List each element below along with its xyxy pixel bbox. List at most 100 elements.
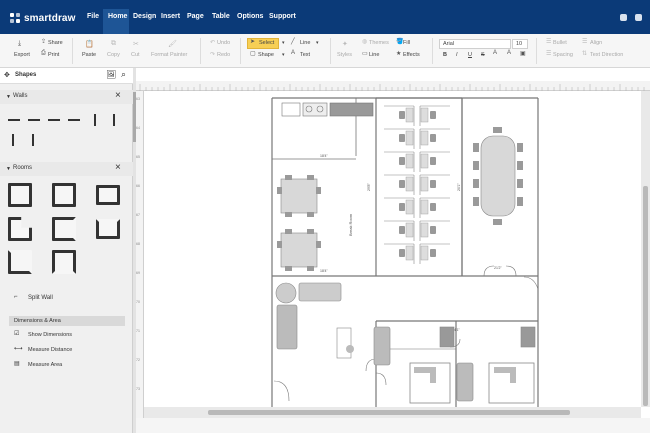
room-shape-u-open-bottom[interactable] (52, 250, 76, 274)
wall-shape-vertical-4[interactable] (32, 134, 34, 146)
select-dropdown-icon[interactable]: ▾ (282, 40, 285, 46)
lounge-furniture[interactable] (275, 282, 354, 359)
bullet-button[interactable]: Bullet (553, 40, 567, 46)
menu-support[interactable]: Support (269, 13, 296, 20)
text-size-icon[interactable]: A (507, 50, 511, 56)
room-shape-rect[interactable] (96, 185, 120, 205)
bold-button[interactable]: B (443, 52, 447, 58)
line-dropdown-icon[interactable]: ▾ (316, 40, 319, 46)
wall-shape-horizontal-4[interactable] (68, 119, 80, 121)
show-dimensions-item[interactable]: Show Dimensions (28, 332, 72, 338)
text-direction-button[interactable]: Text Direction (590, 52, 623, 58)
text-button[interactable]: Text (300, 52, 310, 58)
room-shape-l[interactable] (8, 217, 32, 241)
line-button[interactable]: Line (300, 40, 310, 46)
smartdraw-logo[interactable]: smartdraw (10, 11, 75, 25)
spacing-button[interactable]: Spacing (553, 52, 573, 58)
effects-button[interactable]: Effects (403, 52, 420, 58)
shape-button[interactable]: Shape (258, 52, 274, 58)
styles-button[interactable]: Styles (337, 52, 352, 58)
horizontal-scrollbar[interactable] (144, 407, 641, 418)
rooms-close-icon[interactable]: × (115, 162, 121, 173)
print-button[interactable]: Print (48, 52, 59, 58)
menu-page[interactable]: Page (187, 13, 204, 20)
cubicle-desk[interactable] (420, 199, 429, 215)
walls-collapse-icon[interactable]: ▼ (6, 94, 11, 100)
search-icon[interactable]: ⌕ (121, 69, 126, 80)
underline-button[interactable]: U (468, 52, 472, 58)
menu-insert[interactable]: Insert (161, 13, 180, 20)
split-wall-item[interactable]: Split Wall (28, 295, 53, 301)
lower-offices-furniture[interactable] (373, 326, 536, 404)
cubicle-desk[interactable] (405, 153, 414, 169)
feedback-icon[interactable] (620, 14, 627, 21)
cubicle-desk[interactable] (405, 245, 414, 261)
wall-shape-vertical[interactable] (94, 114, 96, 126)
text-color-icon[interactable]: A (493, 50, 497, 56)
menu-table[interactable]: Table (212, 13, 230, 20)
wall-shape-horizontal[interactable] (8, 119, 20, 121)
copy-button[interactable]: Copy (107, 52, 120, 58)
vertical-scroll-thumb[interactable] (643, 186, 648, 406)
cubicle-desk[interactable] (405, 176, 414, 192)
top-ruler (136, 81, 650, 91)
walls-close-icon[interactable]: × (115, 90, 121, 101)
break-room-tables[interactable] (280, 178, 318, 268)
format-painter-button[interactable]: Format Painter (151, 52, 187, 58)
undo-button[interactable]: Undo (217, 40, 230, 46)
conference-table[interactable] (473, 127, 523, 225)
cubicle-desk[interactable] (420, 245, 429, 261)
cubicle-desk[interactable] (405, 107, 414, 123)
strike-button[interactable]: S (481, 52, 485, 58)
drawing-canvas[interactable]: 18'4" 18'4" 29'8" 20'1" Break Room 21'2"… (144, 91, 641, 407)
copy-icon: ⧉ (111, 40, 116, 47)
cut-button[interactable]: Cut (131, 52, 140, 58)
room-shape-square-2[interactable] (52, 183, 76, 207)
export-button[interactable]: Export (14, 52, 30, 58)
align-button[interactable]: Align (590, 40, 602, 46)
cubicle-desk[interactable] (420, 130, 429, 146)
wall-shape-horizontal-2[interactable] (28, 119, 40, 121)
shape-dropdown-icon[interactable]: ▾ (282, 52, 285, 58)
italic-button[interactable]: I (456, 52, 458, 58)
text-highlight-icon[interactable]: ▣ (520, 50, 526, 57)
cubicle-desk[interactable] (420, 153, 429, 169)
rooms-collapse-icon[interactable]: ▼ (6, 166, 11, 172)
horizontal-scroll-thumb[interactable] (208, 410, 570, 415)
cubicle-chair (430, 226, 436, 234)
cubicle-desk[interactable] (405, 199, 414, 215)
paste-button[interactable]: Paste (82, 52, 96, 58)
menu-options[interactable]: Options (237, 13, 263, 20)
share-button[interactable]: Share (48, 40, 63, 46)
dim-label-conference: 21'2" (494, 266, 503, 270)
cubicle-desk[interactable] (420, 107, 429, 123)
themes-button[interactable]: Themes (369, 40, 389, 46)
redo-button[interactable]: Redo (217, 52, 230, 58)
measure-area-item[interactable]: Measure Area (28, 362, 62, 368)
show-dimensions-checkbox-icon[interactable]: ☑ (14, 330, 19, 337)
cubicle-desk[interactable] (420, 176, 429, 192)
room-shape-square[interactable] (8, 183, 32, 207)
room-shape-u-open-right[interactable] (52, 217, 76, 241)
image-library-icon[interactable]: 🖼 (106, 70, 116, 79)
wall-shape-horizontal-3[interactable] (48, 119, 60, 121)
menu-design[interactable]: Design (133, 13, 156, 20)
fill-button[interactable]: Fill (403, 40, 410, 46)
menu-home[interactable]: Home (108, 13, 127, 20)
line-style-button[interactable]: Line (369, 52, 379, 58)
room-shape-corner[interactable] (8, 250, 32, 274)
measure-distance-item[interactable]: Measure Distance (28, 347, 72, 353)
menu-file[interactable]: File (87, 13, 99, 20)
cubicle-block[interactable] (384, 105, 450, 264)
wall-shape-vertical-2[interactable] (113, 114, 115, 126)
settings-gear-icon[interactable] (635, 14, 642, 21)
kitchen-counter[interactable] (281, 102, 374, 117)
vertical-scrollbar[interactable] (641, 91, 650, 407)
cubicle-chair (430, 111, 436, 119)
cubicle-desk[interactable] (420, 222, 429, 238)
room-shape-u-open-top[interactable] (96, 219, 120, 239)
cubicle-desk[interactable] (405, 130, 414, 146)
wall-shape-vertical-3[interactable] (12, 134, 14, 146)
cubicle-desk[interactable] (405, 222, 414, 238)
break-room-label: Break Room (348, 213, 353, 236)
